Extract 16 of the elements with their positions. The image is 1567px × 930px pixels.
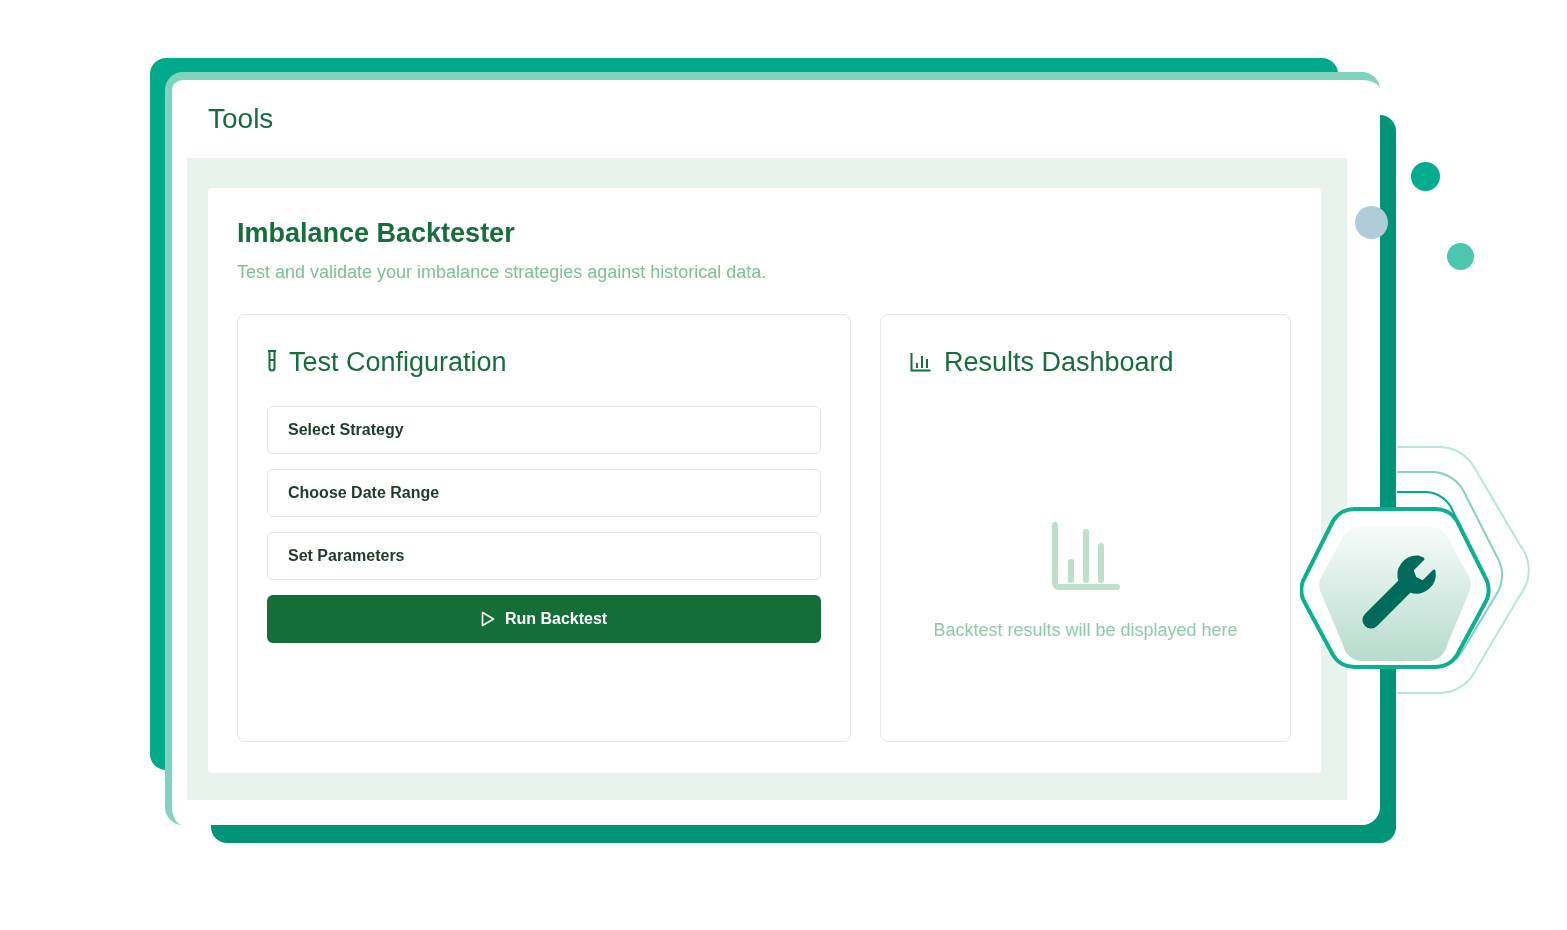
play-icon: [480, 611, 495, 627]
run-button[interactable]: Run Backtest: [267, 595, 821, 643]
bar-chart-icon: [910, 352, 932, 372]
tool-title: Imbalance Backtester: [237, 217, 516, 250]
card-title: Results Dashboard: [944, 346, 1174, 378]
window-title: Tools: [208, 105, 274, 133]
dot-decoration: [1447, 243, 1474, 270]
test-tube-icon: [267, 350, 277, 374]
config-step-button[interactable]: Set Parameters: [267, 532, 821, 580]
config-step-button[interactable]: Select Strategy: [267, 406, 821, 454]
card-title: Test Configuration: [289, 346, 507, 378]
bar-chart-icon: [1051, 522, 1120, 590]
empty-state-message: Backtest results will be displayed here: [933, 620, 1238, 641]
dot-decoration: [1411, 162, 1440, 191]
config-step-button[interactable]: Choose Date Range: [267, 469, 821, 517]
tool-subtitle: Test and validate your imbalance strategies against historical data.: [237, 261, 768, 284]
